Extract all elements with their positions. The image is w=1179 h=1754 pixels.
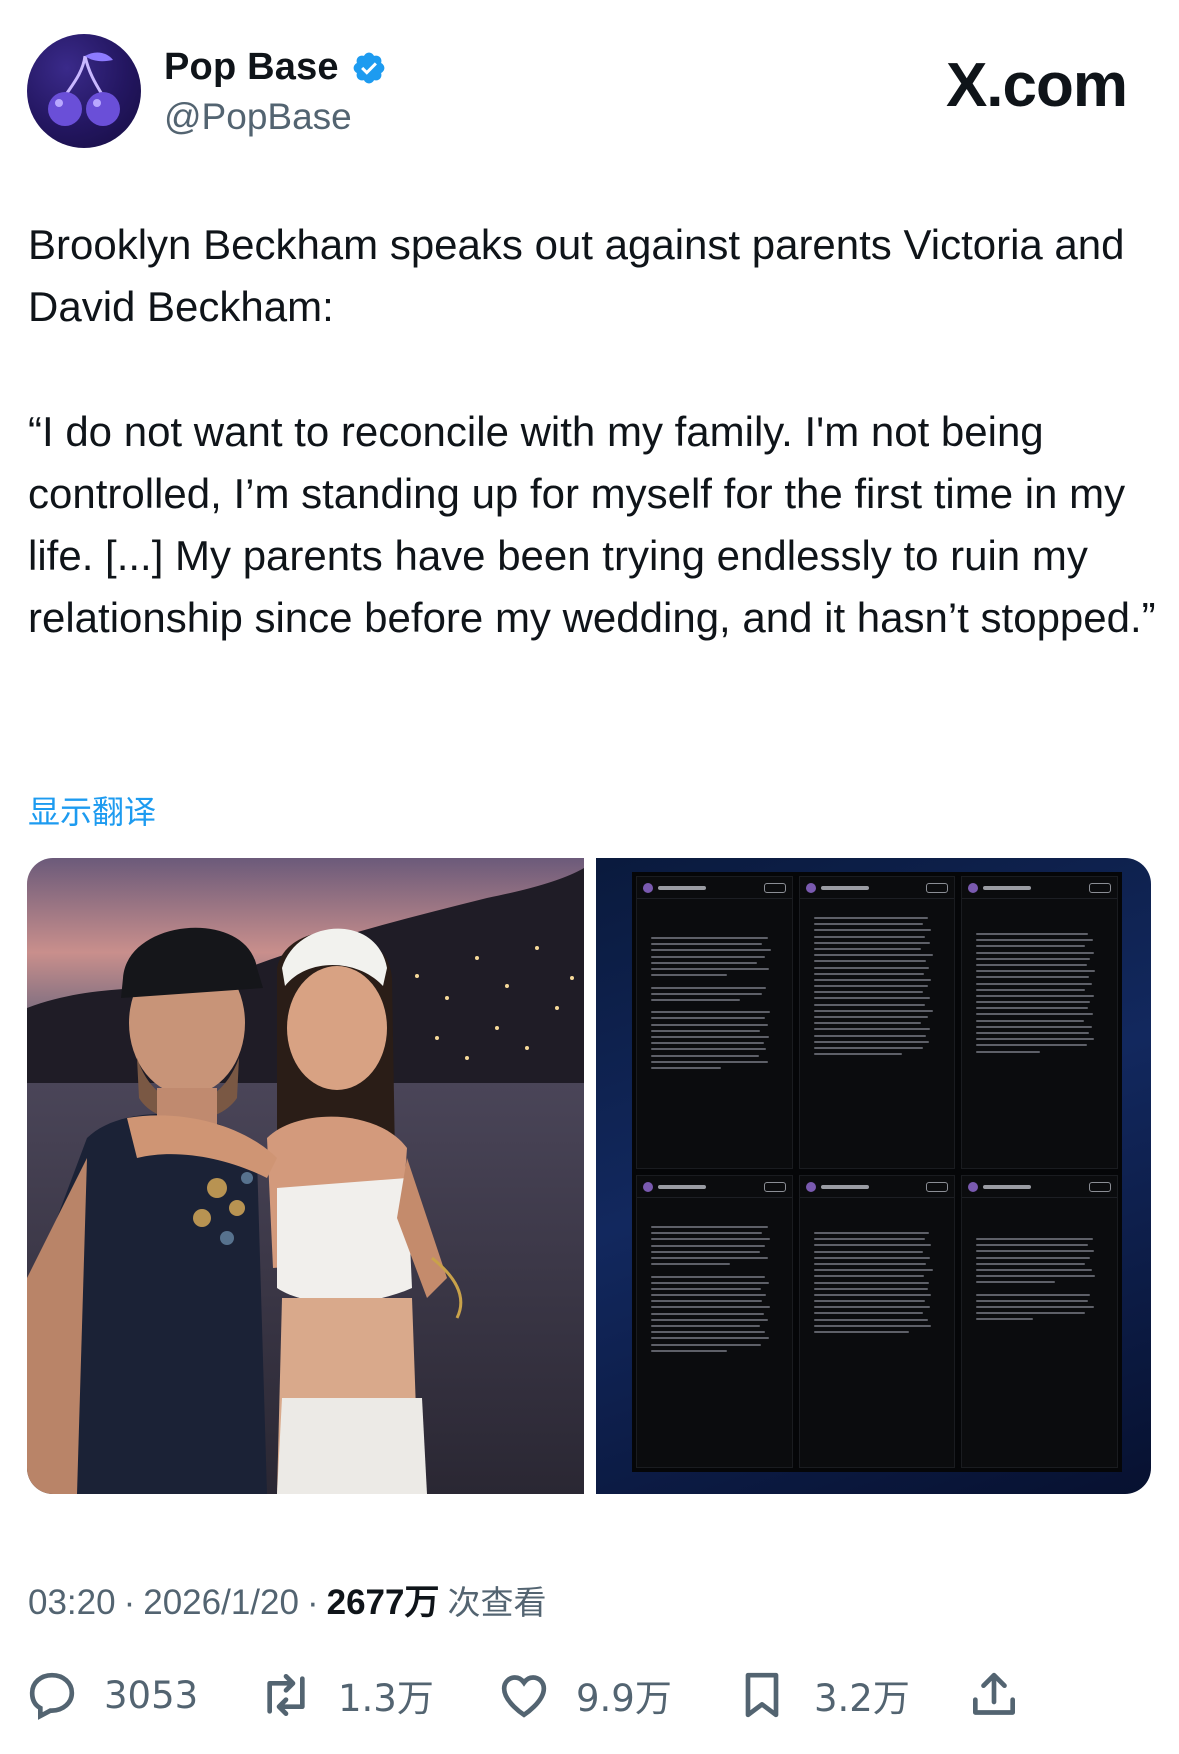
tweet-text-line: Brooklyn Beckham speaks out against pare…	[28, 221, 1125, 330]
meta-separator: ·	[123, 1583, 136, 1622]
heart-icon	[501, 1675, 547, 1718]
story-panel	[798, 876, 956, 1169]
show-translation-link[interactable]: 显示翻译	[28, 787, 156, 833]
cherries-icon	[48, 52, 120, 126]
media-grid	[27, 858, 1151, 1494]
tweet-text: Brooklyn Beckham speaks out against pare…	[28, 214, 1158, 649]
bookmark-count: 3.2万	[814, 1677, 910, 1720]
repost-icon	[267, 1674, 305, 1716]
repost-count: 1.3万	[338, 1677, 434, 1720]
bookmark-icon	[745, 1672, 779, 1718]
tweet-time[interactable]: 03:20	[28, 1583, 116, 1623]
share-button[interactable]	[966, 1660, 1022, 1730]
story-panel	[636, 876, 793, 1169]
tweet-date[interactable]: 2026/1/20	[143, 1583, 299, 1623]
story-panel	[961, 1175, 1118, 1468]
reply-icon	[29, 1672, 75, 1720]
like-count: 9.9万	[576, 1677, 672, 1720]
bookmark-button[interactable]: 3.2万	[734, 1660, 910, 1730]
story-panel	[961, 876, 1118, 1169]
share-icon	[973, 1672, 1015, 1715]
meta-separator: ·	[306, 1583, 319, 1622]
name-row: Pop Base	[164, 46, 387, 89]
x-com-logo: X.com	[945, 51, 1128, 120]
photo-couple[interactable]	[27, 858, 584, 1494]
user-handle[interactable]: @PopBase	[164, 96, 352, 138]
story-panel	[798, 1175, 956, 1468]
tweet-header: Pop Base @PopBase X.com	[0, 0, 1179, 170]
verified-badge-icon	[353, 52, 385, 83]
tweet-quote: “I do not want to reconcile with my fami…	[28, 408, 1156, 641]
display-name[interactable]: Pop Base	[164, 46, 339, 89]
story-grid	[632, 872, 1122, 1472]
repost-button[interactable]: 1.3万	[258, 1660, 434, 1730]
tweet-meta: 03:20 · 2026/1/20 · 2677万 次查看	[28, 1574, 547, 1625]
view-count: 2677万	[326, 1583, 440, 1622]
view-count-label: 次查看	[447, 1583, 547, 1622]
tweet-actions: 3053 1.3万 9.9万 3.2万	[0, 1660, 1179, 1740]
instagram-story-screenshots[interactable]	[596, 858, 1151, 1494]
story-panel	[636, 1175, 793, 1468]
like-button[interactable]: 9.9万	[496, 1660, 672, 1730]
reply-count: 3053	[104, 1673, 199, 1717]
avatar[interactable]	[27, 34, 141, 148]
reply-button[interactable]: 3053	[24, 1660, 198, 1730]
